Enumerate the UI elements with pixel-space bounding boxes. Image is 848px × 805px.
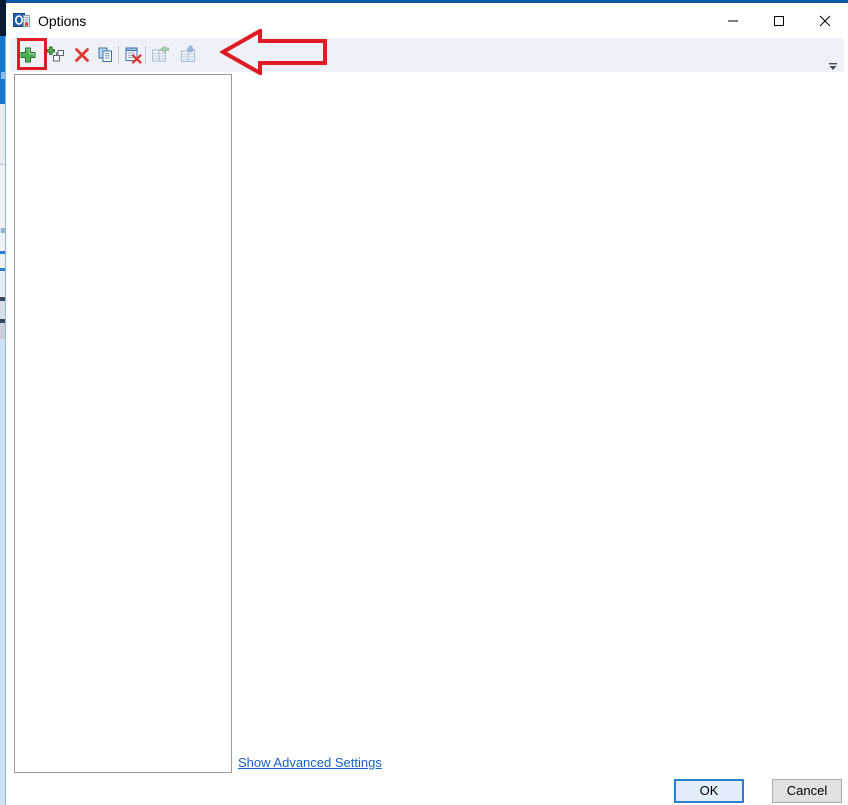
copy-pages-icon[interactable]: [96, 45, 116, 65]
close-button[interactable]: [802, 6, 848, 36]
page-red-x-icon[interactable]: [123, 45, 143, 65]
grid-blue-arrow-down-icon[interactable]: [179, 45, 199, 65]
cancel-button[interactable]: Cancel: [772, 779, 842, 803]
window-title: Options: [38, 13, 87, 29]
toolbar-separator-2: [145, 46, 146, 64]
show-advanced-settings-link[interactable]: Show Advanced Settings: [238, 755, 382, 770]
minimize-button[interactable]: [710, 6, 756, 36]
toolbar-separator-1: [118, 46, 119, 64]
options-dialog: Options Show Advanced Settings OK Cancel: [6, 0, 848, 805]
dialog-toolbar: [10, 38, 844, 72]
dialog-content: Show Advanced Settings OK Cancel: [6, 74, 848, 805]
title-bar: Options: [6, 0, 848, 36]
settings-detail-pane: [238, 74, 840, 773]
dialog-footer: OK Cancel: [6, 773, 848, 805]
red-x-icon[interactable]: [72, 45, 92, 65]
green-plus-nodes-icon[interactable]: [46, 45, 66, 65]
green-plus-icon[interactable]: [18, 45, 38, 65]
grid-green-arrow-out-icon[interactable]: [150, 45, 170, 65]
ok-button[interactable]: OK: [674, 779, 744, 803]
maximize-button[interactable]: [756, 6, 802, 36]
toolbar-overflow-chevron-icon[interactable]: [828, 58, 838, 70]
accounts-list[interactable]: [14, 74, 232, 773]
outlook-options-icon: [13, 11, 31, 29]
